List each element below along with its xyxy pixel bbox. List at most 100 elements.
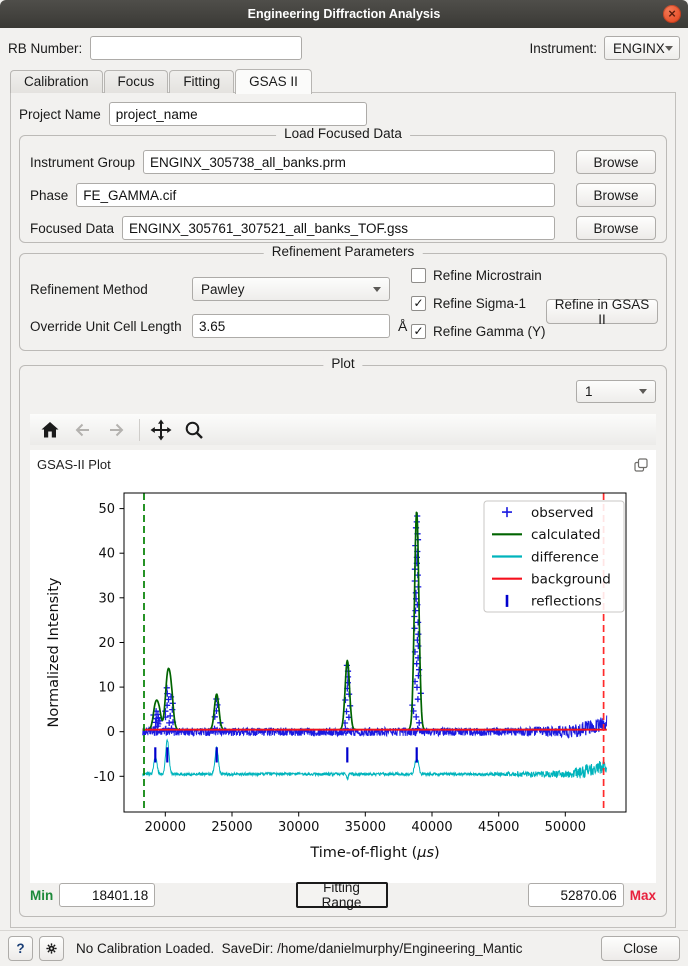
help-button[interactable]: ? (8, 936, 33, 961)
focused-data-input[interactable] (122, 216, 555, 240)
instrument-label: Instrument: (529, 41, 597, 56)
svg-text:observed: observed (531, 505, 594, 521)
focused-data-label: Focused Data (30, 221, 114, 236)
refine-sigma1-checkbox[interactable]: ✓ (411, 296, 426, 311)
load-focused-data-title: Load Focused Data (276, 126, 410, 141)
instrument-group-browse-button[interactable]: Browse (576, 150, 656, 174)
gsas-tab-pane: Project Name Load Focused Data Instrumen… (10, 92, 676, 928)
refine-gamma-checkbox[interactable]: ✓ (411, 324, 426, 339)
unit-cell-row: Override Unit Cell Length Å (30, 314, 407, 338)
plot-page-dropdown[interactable]: 1 (576, 380, 656, 403)
focused-data-row: Focused Data Browse (20, 216, 666, 240)
svg-text:25000: 25000 (211, 820, 252, 835)
matplotlib-toolbar (30, 414, 656, 445)
refinement-method-label: Refinement Method (30, 282, 192, 297)
phase-browse-button[interactable]: Browse (576, 183, 656, 207)
refine-sigma1-label: Refine Sigma-1 (433, 296, 526, 311)
plot-widget-title: GSAS-II Plot (37, 457, 111, 472)
home-icon[interactable] (38, 418, 62, 442)
window-title: Engineering Diffraction Analysis (248, 7, 441, 21)
tab-fitting[interactable]: Fitting (169, 70, 234, 93)
settings-button[interactable] (39, 936, 64, 961)
svg-text:45000: 45000 (478, 820, 519, 835)
svg-text:20: 20 (98, 636, 115, 651)
svg-text:40: 40 (98, 547, 115, 562)
instrument-group-row: Instrument Group Browse (20, 150, 666, 174)
min-label: Min (30, 888, 53, 903)
refine-in-gsas-button[interactable]: Refine in GSAS II (546, 299, 658, 324)
refinement-method-dropdown[interactable]: Pawley (192, 277, 390, 301)
plot-group-title: Plot (323, 356, 362, 371)
instrument-value: ENGINX (613, 41, 665, 56)
diffraction-plot-canvas[interactable]: 20000250003000035000400004500050000-1001… (30, 478, 660, 881)
rb-number-input[interactable] (90, 36, 302, 60)
svg-text:40000: 40000 (411, 820, 452, 835)
fitting-range-button[interactable]: Fitting Range (296, 882, 388, 908)
max-input[interactable] (528, 883, 624, 907)
svg-text:Normalized Intensity: Normalized Intensity (46, 577, 62, 727)
max-label: Max (630, 888, 656, 903)
close-button[interactable]: Close (601, 936, 680, 961)
min-input[interactable] (59, 883, 155, 907)
refine-microstrain-label: Refine Microstrain (433, 268, 542, 283)
instrument-group-input[interactable] (143, 150, 555, 174)
svg-text:Time-of-flight (μs): Time-of-flight (μs) (309, 845, 439, 861)
plot-page-value: 1 (585, 384, 593, 399)
project-name-input[interactable] (109, 102, 367, 126)
title-bar: Engineering Diffraction Analysis × (0, 0, 688, 28)
refinement-parameters-group: Refinement Parameters Refinement Method … (19, 253, 667, 351)
svg-text:20000: 20000 (145, 820, 186, 835)
toolbar-separator (139, 419, 140, 441)
header-row: RB Number: Instrument: ENGINX (8, 36, 680, 60)
svg-text:10: 10 (98, 681, 115, 696)
unit-cell-label: Override Unit Cell Length (30, 319, 192, 334)
svg-text:35000: 35000 (345, 820, 386, 835)
chevron-down-icon (373, 287, 381, 292)
refine-sigma1-checkbox-row[interactable]: ✓ Refine Sigma-1 (411, 292, 546, 314)
svg-text:reflections: reflections (531, 594, 602, 610)
project-name-row: Project Name (19, 102, 367, 126)
status-bar: ? No Calibration Loaded. SaveDir: /home/… (0, 930, 688, 966)
focused-data-browse-button[interactable]: Browse (576, 216, 656, 240)
instrument-group-label: Instrument Group (30, 155, 135, 170)
pan-icon[interactable] (149, 418, 173, 442)
angstrom-unit-label: Å (398, 318, 407, 334)
refinement-parameters-title: Refinement Parameters (264, 244, 423, 259)
rb-number-label: RB Number: (8, 41, 82, 56)
project-name-label: Project Name (19, 107, 101, 122)
tab-gsas-ii[interactable]: GSAS II (235, 69, 312, 94)
refine-microstrain-checkbox-row[interactable]: Refine Microstrain (411, 264, 546, 286)
plot-group: Plot 1 (19, 365, 667, 917)
fitting-range-row: Min Fitting Range Max (30, 882, 656, 908)
forward-icon[interactable] (104, 418, 128, 442)
chevron-down-icon (665, 46, 673, 51)
load-focused-data-group: Load Focused Data Instrument Group Brows… (19, 135, 667, 243)
refine-gamma-checkbox-row[interactable]: ✓ Refine Gamma (Y) (411, 320, 546, 342)
refine-gamma-label: Refine Gamma (Y) (433, 324, 546, 339)
status-text: No Calibration Loaded. SaveDir: /home/da… (76, 941, 523, 956)
instrument-dropdown[interactable]: ENGINX (604, 36, 680, 60)
undock-icon[interactable] (634, 458, 648, 475)
phase-row: Phase Browse (20, 183, 666, 207)
tab-bar: Calibration Focus Fitting GSAS II (10, 68, 313, 93)
back-icon[interactable] (71, 418, 95, 442)
svg-text:-10: -10 (94, 770, 115, 785)
refine-microstrain-checkbox[interactable] (411, 268, 426, 283)
svg-text:50000: 50000 (545, 820, 586, 835)
refinement-method-value: Pawley (201, 282, 245, 297)
tab-calibration[interactable]: Calibration (10, 70, 103, 93)
tab-focus[interactable]: Focus (104, 70, 169, 93)
window-close-icon[interactable]: × (663, 5, 681, 23)
svg-text:difference: difference (531, 549, 599, 565)
chevron-down-icon (639, 389, 647, 394)
unit-cell-input[interactable] (192, 314, 390, 338)
phase-label: Phase (30, 188, 68, 203)
svg-text:background: background (531, 572, 611, 588)
phase-input[interactable] (76, 183, 555, 207)
zoom-icon[interactable] (182, 418, 206, 442)
gsas-plot-widget: GSAS-II Plot 200002500030000350004000045… (30, 450, 656, 883)
engineering-diffraction-window: Engineering Diffraction Analysis × RB Nu… (0, 0, 688, 966)
svg-text:calculated: calculated (531, 527, 601, 543)
gear-icon (46, 940, 57, 957)
refine-options-column: Refine Microstrain ✓ Refine Sigma-1 ✓ Re… (411, 264, 546, 348)
